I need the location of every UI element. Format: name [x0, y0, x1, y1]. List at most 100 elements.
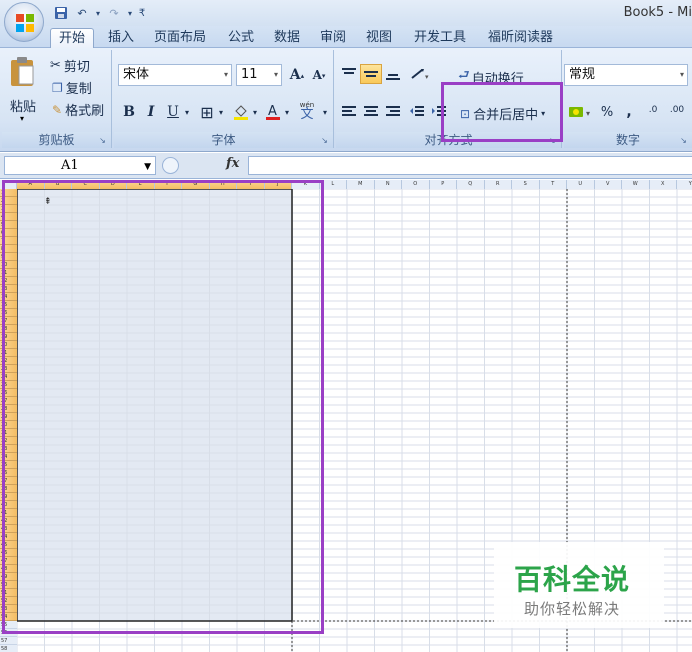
row-header-36[interactable]: 36 — [0, 469, 17, 477]
row-header-41[interactable]: 41 — [0, 509, 17, 517]
row-header-33[interactable]: 33 — [0, 445, 17, 453]
column-header-D[interactable]: D — [99, 180, 127, 189]
row-header-32[interactable]: 32 — [0, 437, 17, 445]
row-header-30[interactable]: 30 — [0, 421, 17, 429]
column-header-N[interactable]: N — [374, 180, 402, 189]
column-header-S[interactable]: S — [512, 180, 540, 189]
row-header-56[interactable]: 56 — [0, 629, 17, 637]
column-header-L[interactable]: L — [319, 180, 347, 189]
decrease-decimal-button[interactable]: .00 — [666, 100, 688, 120]
tab-home[interactable]: 开始 — [50, 28, 94, 49]
tab-view[interactable]: 视图 — [362, 28, 396, 48]
column-header-B[interactable]: B — [44, 180, 72, 189]
bold-button[interactable]: B — [118, 102, 140, 122]
row-header-34[interactable]: 34 — [0, 453, 17, 461]
customize-qat-icon[interactable]: ₹ — [137, 5, 147, 21]
alignment-launcher-icon[interactable]: ↘ — [548, 136, 557, 145]
borders-dropdown-icon[interactable]: ▾ — [216, 102, 226, 122]
row-header-15[interactable]: 15 — [0, 301, 17, 309]
underline-button[interactable]: U — [162, 102, 184, 122]
row-header-9[interactable]: 9 — [0, 253, 17, 261]
font-launcher-icon[interactable]: ↘ — [320, 136, 329, 145]
align-bottom-icon[interactable] — [382, 64, 404, 84]
row-header-17[interactable]: 17 — [0, 317, 17, 325]
row-header-1[interactable]: 1 — [0, 189, 17, 197]
paste-button[interactable]: 粘贴 ▾ — [6, 54, 38, 124]
cut-button[interactable]: ✂ 剪切 — [50, 56, 90, 75]
underline-dropdown-icon[interactable]: ▾ — [182, 102, 192, 122]
align-center-icon[interactable] — [360, 102, 382, 122]
number-launcher-icon[interactable]: ↘ — [679, 136, 688, 145]
column-header-E[interactable]: E — [127, 180, 155, 189]
row-header-57[interactable]: 57 — [0, 637, 17, 645]
row-header-53[interactable]: 53 — [0, 605, 17, 613]
font-color-button[interactable]: A — [262, 102, 284, 122]
undo-dropdown-icon[interactable]: ▾ — [94, 5, 102, 21]
row-header-14[interactable]: 14 — [0, 293, 17, 301]
select-all-corner[interactable] — [0, 180, 17, 189]
copy-button[interactable]: ❐ 复制 — [52, 78, 92, 98]
column-header-K[interactable]: K — [292, 180, 320, 189]
column-header-V[interactable]: V — [594, 180, 622, 189]
row-header-43[interactable]: 43 — [0, 525, 17, 533]
tab-developer[interactable]: 开发工具 — [410, 28, 470, 48]
column-header-R[interactable]: R — [484, 180, 512, 189]
row-header-8[interactable]: 8 — [0, 245, 17, 253]
row-header-24[interactable]: 24 — [0, 373, 17, 381]
row-header-45[interactable]: 45 — [0, 541, 17, 549]
font-color-dropdown-icon[interactable]: ▾ — [282, 102, 292, 122]
column-header-F[interactable]: F — [154, 180, 182, 189]
cancel-circle-icon[interactable] — [162, 157, 179, 174]
column-header-Q[interactable]: Q — [457, 180, 485, 189]
row-header-2[interactable]: 2 — [0, 197, 17, 205]
column-header-H[interactable]: H — [209, 180, 237, 189]
undo-icon[interactable]: ↶ — [73, 5, 91, 21]
row-header-44[interactable]: 44 — [0, 533, 17, 541]
grow-font-button[interactable]: A ▴ — [286, 65, 308, 85]
currency-button[interactable]: ▾ — [566, 102, 596, 122]
column-header-Y[interactable]: Y — [677, 180, 692, 189]
fill-color-dropdown-icon[interactable]: ▾ — [250, 102, 260, 122]
row-header-52[interactable]: 52 — [0, 597, 17, 605]
column-header-A[interactable]: A — [17, 180, 45, 189]
row-header-58[interactable]: 58 — [0, 645, 17, 652]
row-header-48[interactable]: 48 — [0, 565, 17, 573]
row-header-49[interactable]: 49 — [0, 573, 17, 581]
format-painter-button[interactable]: ✎ 格式刷 — [52, 100, 104, 120]
font-size-dropdown[interactable]: 11 ▾ — [236, 64, 282, 86]
row-header-51[interactable]: 51 — [0, 589, 17, 597]
row-header-5[interactable]: 5 — [0, 221, 17, 229]
row-header-11[interactable]: 11 — [0, 269, 17, 277]
wrap-text-button[interactable]: ⮐ 自动换行 — [458, 66, 524, 88]
align-right-icon[interactable] — [382, 102, 404, 122]
row-header-7[interactable]: 7 — [0, 237, 17, 245]
number-format-dropdown[interactable]: 常规 ▾ — [564, 64, 688, 86]
row-header-4[interactable]: 4 — [0, 213, 17, 221]
column-header-G[interactable]: G — [182, 180, 210, 189]
increase-decimal-button[interactable]: .0 — [642, 100, 664, 120]
row-header-29[interactable]: 29 — [0, 413, 17, 421]
formula-input[interactable] — [248, 156, 692, 175]
font-name-dropdown[interactable]: 宋体 ▾ — [118, 64, 232, 86]
row-header-12[interactable]: 12 — [0, 277, 17, 285]
column-header-J[interactable]: J — [264, 180, 292, 189]
row-header-50[interactable]: 50 — [0, 581, 17, 589]
tab-data[interactable]: 数据 — [270, 28, 304, 48]
align-middle-icon[interactable] — [360, 64, 382, 84]
column-header-U[interactable]: U — [567, 180, 595, 189]
save-icon[interactable] — [52, 5, 70, 21]
row-header-39[interactable]: 39 — [0, 493, 17, 501]
column-header-W[interactable]: W — [622, 180, 650, 189]
tab-review[interactable]: 审阅 — [316, 28, 350, 48]
column-header-X[interactable]: X — [649, 180, 677, 189]
tab-page-layout[interactable]: 页面布局 — [150, 28, 210, 48]
row-header-19[interactable]: 19 — [0, 333, 17, 341]
row-header-16[interactable]: 16 — [0, 309, 17, 317]
row-header-23[interactable]: 23 — [0, 365, 17, 373]
align-left-icon[interactable] — [338, 102, 360, 122]
merge-dropdown-icon[interactable]: ▾ — [541, 109, 545, 118]
name-box[interactable]: A1 ▼ — [4, 156, 156, 175]
office-button[interactable] — [4, 2, 44, 42]
redo-icon[interactable]: ↷ — [105, 5, 123, 21]
row-header-25[interactable]: 25 — [0, 381, 17, 389]
